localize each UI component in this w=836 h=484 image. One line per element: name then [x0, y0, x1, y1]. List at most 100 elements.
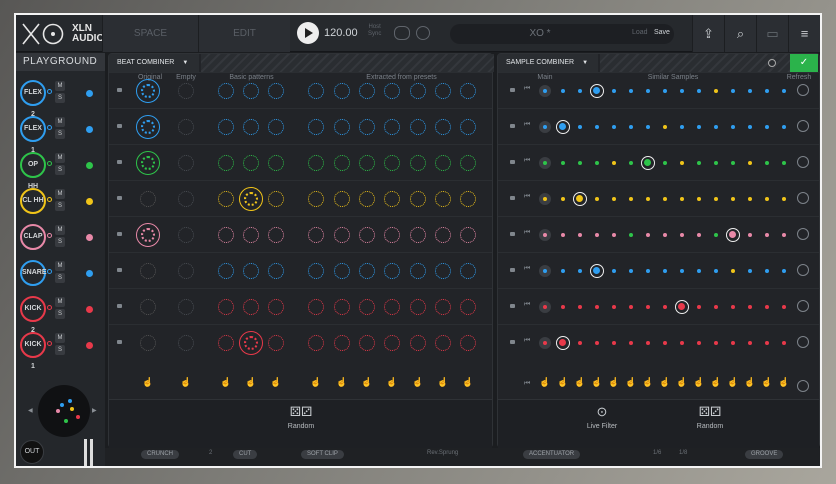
trigger-hand-icon[interactable]: ☝ — [538, 377, 552, 393]
accentuator-button[interactable]: ACCENTUATOR — [523, 450, 581, 459]
prev-sample-icon[interactable]: ⏮ — [524, 265, 530, 273]
refresh-icon[interactable] — [797, 120, 809, 132]
track-pad[interactable]: SNARE — [20, 260, 47, 286]
similar-sample-dot[interactable] — [680, 233, 684, 237]
lock-icon[interactable] — [117, 160, 122, 164]
trigger-hand-icon[interactable]: ☝ — [573, 377, 587, 393]
crunch-button[interactable]: CRUNCH — [141, 450, 179, 459]
lock-icon[interactable] — [510, 124, 515, 128]
similar-sample-dot[interactable] — [697, 269, 701, 273]
mute-button[interactable]: M — [55, 261, 65, 271]
lock-icon[interactable] — [510, 340, 515, 344]
main-sample-dot[interactable] — [539, 265, 551, 277]
similar-sample-dot[interactable] — [663, 233, 667, 237]
pattern-cell[interactable] — [334, 191, 350, 207]
division-2[interactable]: 1/8 — [679, 450, 687, 456]
pattern-cell[interactable] — [334, 263, 350, 279]
similar-sample-dot[interactable] — [697, 89, 701, 93]
refresh-icon[interactable] — [797, 192, 809, 204]
refresh-icon[interactable] — [797, 264, 809, 276]
mute-button[interactable]: M — [55, 225, 65, 235]
similar-sample-dot[interactable] — [782, 89, 786, 93]
refresh-icon[interactable] — [797, 336, 809, 348]
pattern-cell[interactable] — [359, 83, 375, 99]
similar-sample-dot[interactable] — [748, 197, 752, 201]
solo-button[interactable]: S — [55, 237, 65, 247]
pattern-cell[interactable] — [268, 155, 284, 171]
trigger-hand-icon[interactable]: ☝ — [607, 377, 621, 393]
pattern-cell[interactable] — [359, 299, 375, 315]
refresh-icon[interactable] — [797, 228, 809, 240]
pattern-cell[interactable] — [435, 119, 451, 135]
trigger-hand-icon[interactable]: ☝ — [658, 377, 672, 393]
trigger-hand-icon[interactable]: ☝ — [309, 377, 323, 393]
similar-sample-dot[interactable] — [595, 233, 599, 237]
pattern-cell[interactable] — [435, 83, 451, 99]
similar-sample-dot[interactable] — [782, 233, 786, 237]
pattern-cell[interactable] — [178, 227, 194, 243]
refresh-icon[interactable] — [797, 156, 809, 168]
soft-clip-button[interactable]: SOFT CLIP — [301, 450, 344, 459]
similar-sample-dot[interactable] — [731, 305, 735, 309]
similar-sample-dot[interactable] — [714, 341, 718, 345]
pattern-cell[interactable] — [218, 155, 234, 171]
pattern-cell[interactable] — [384, 155, 400, 171]
similar-sample-dot[interactable] — [595, 125, 599, 129]
main-sample-dot[interactable] — [539, 121, 551, 133]
similar-sample-dot[interactable] — [697, 341, 701, 345]
similar-sample-dot[interactable] — [680, 341, 684, 345]
similar-sample-dot[interactable] — [714, 233, 718, 237]
solo-button[interactable]: S — [55, 273, 65, 283]
similar-sample-dot[interactable] — [731, 197, 735, 201]
pattern-cell[interactable] — [268, 119, 284, 135]
live-filter-button[interactable]: ⊙ Live Filter — [582, 404, 622, 430]
similar-sample-dot[interactable] — [561, 305, 565, 309]
lock-icon[interactable] — [510, 304, 515, 308]
track-knob[interactable] — [47, 125, 52, 130]
pattern-cell[interactable] — [239, 331, 263, 355]
pattern-cell[interactable] — [359, 155, 375, 171]
similar-sample-dot[interactable] — [561, 233, 565, 237]
prev-sample-icon[interactable]: ⏮ — [524, 157, 530, 165]
pattern-cell[interactable] — [178, 83, 194, 99]
tab-space[interactable]: SPACE — [102, 15, 198, 52]
similar-sample-dot[interactable] — [646, 89, 650, 93]
similar-sample-dot[interactable] — [765, 233, 769, 237]
pattern-cell[interactable] — [435, 299, 451, 315]
similar-sample-dot[interactable] — [595, 305, 599, 309]
mute-button[interactable]: M — [55, 333, 65, 343]
track-pad[interactable]: FLEX 2 — [20, 80, 46, 118]
pattern-cell[interactable] — [136, 115, 160, 139]
similar-sample-dot[interactable] — [748, 305, 752, 309]
main-sample-dot[interactable] — [539, 85, 551, 97]
track-knob[interactable] — [47, 269, 52, 274]
load-button[interactable]: Load — [632, 29, 648, 36]
pattern-cell[interactable] — [268, 191, 284, 207]
pattern-cell[interactable] — [178, 335, 194, 351]
similar-sample-dot[interactable] — [561, 161, 565, 165]
pattern-cell[interactable] — [140, 263, 156, 279]
similar-sample-dot[interactable] — [595, 161, 599, 165]
similar-sample-dot[interactable] — [765, 269, 769, 273]
main-sample-dot[interactable] — [539, 193, 551, 205]
similar-sample-dot[interactable] — [782, 161, 786, 165]
similar-sample-dot[interactable] — [612, 125, 616, 129]
similar-sample-dot[interactable] — [680, 161, 684, 165]
xy-right-arrow[interactable]: ▶ — [92, 407, 97, 414]
similar-sample-dot[interactable] — [731, 125, 735, 129]
pattern-cell[interactable] — [243, 299, 259, 315]
main-sample-dot[interactable] — [539, 157, 551, 169]
similar-sample-dot[interactable] — [629, 161, 633, 165]
similar-sample-dot[interactable] — [612, 197, 616, 201]
lock-icon[interactable] — [117, 268, 122, 272]
trigger-hand-icon[interactable]: ☝ — [709, 377, 723, 393]
similar-sample-dot[interactable] — [578, 305, 582, 309]
similar-sample-dot[interactable] — [697, 233, 701, 237]
trigger-hand-icon[interactable]: ☝ — [777, 377, 791, 393]
similar-sample-dot[interactable] — [629, 125, 633, 129]
track-pad[interactable]: OP HH — [20, 152, 46, 190]
pattern-cell[interactable] — [460, 335, 476, 351]
host-sync-label[interactable]: Host Sync — [368, 24, 381, 38]
similar-sample-dot[interactable] — [578, 161, 582, 165]
similar-sample-dot[interactable] — [612, 89, 616, 93]
